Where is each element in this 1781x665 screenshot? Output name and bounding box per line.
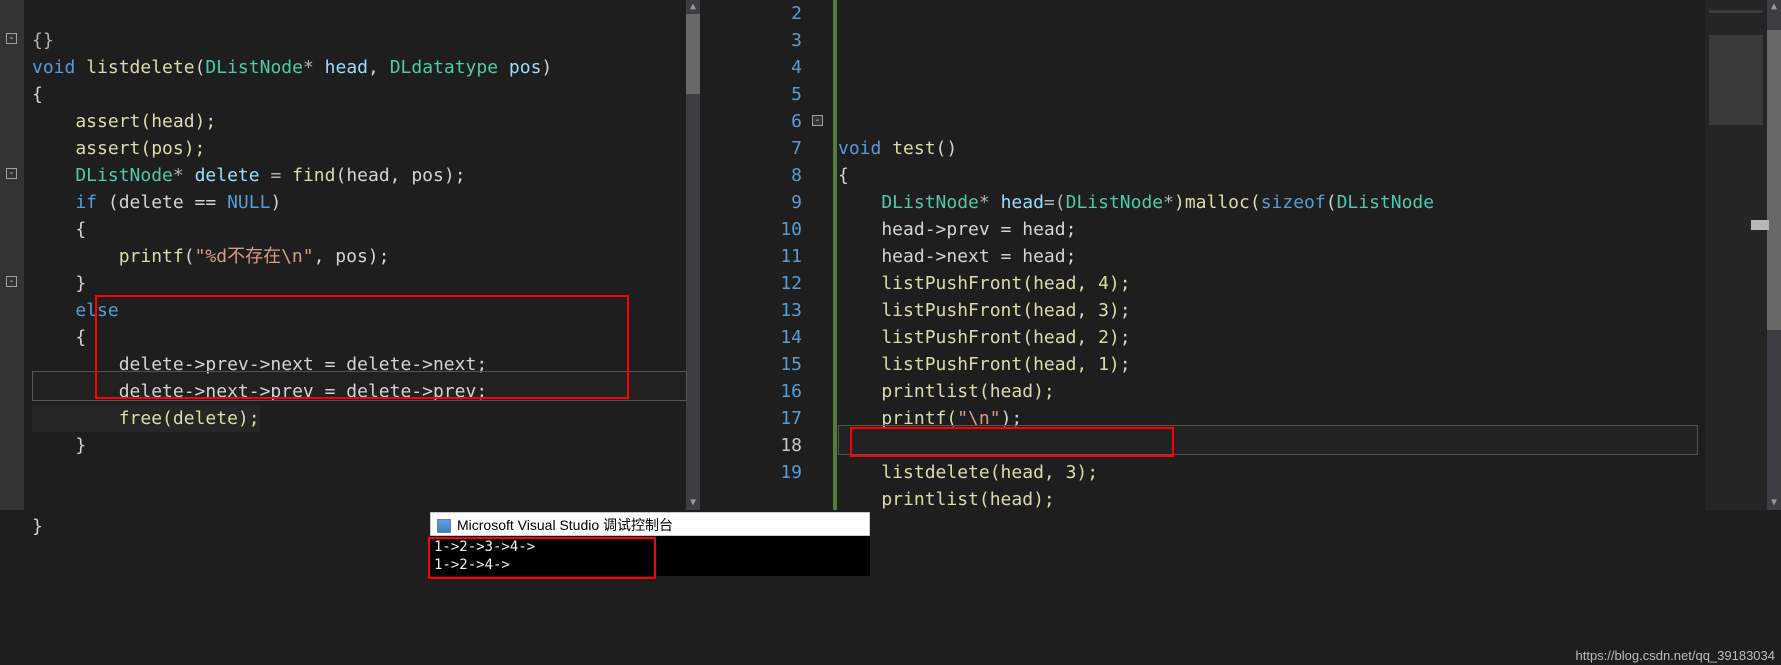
code-line: else [32,300,119,321]
code-line: listdelete(head, 3); [838,462,1098,483]
collapse-icon[interactable]: - [6,168,17,179]
left-code-area[interactable]: {} void listdelete(DListNode* head, DLda… [24,0,686,567]
line-number: 12 [720,270,802,297]
scroll-up-icon[interactable]: ▲ [686,0,700,14]
scroll-up-icon[interactable]: ▲ [1767,0,1781,14]
collapse-icon[interactable]: - [6,33,17,44]
line-number: 11 [720,243,802,270]
line-number: 14 [720,324,802,351]
line-number: 19 [720,459,802,486]
code-line: printlist(head); [838,489,1055,510]
code-line: printf("%d不存在\n", pos); [32,246,389,267]
code-line: { [32,84,43,105]
console-output[interactable]: 1->2->3->4-> 1->2->4-> [430,536,870,576]
line-number: 7 [720,135,802,162]
code-line [838,57,849,78]
code-line [838,30,849,51]
code-line: delete->next->prev = delete->prev; [32,381,487,402]
code-line: { [32,219,86,240]
line-number: 15 [720,351,802,378]
code-line: { [32,327,86,348]
scroll-thumb[interactable] [686,14,700,94]
code-line: assert(pos); [32,138,205,159]
console-line: 1->2->4-> [434,557,510,573]
scroll-down-icon[interactable]: ▼ [1767,496,1781,510]
line-number: 2 [720,0,802,27]
vs-icon [437,519,451,533]
line-number: 4 [720,54,802,81]
console-titlebar[interactable]: Microsoft Visual Studio 调试控制台 [430,512,870,536]
code-line: printlist(head); [838,381,1055,402]
code-line: delete->prev->next = delete->next; [32,354,487,375]
code-line: listPushFront(head, 1); [838,354,1131,375]
code-line: listPushFront(head, 4); [838,273,1131,294]
line-number: 16 [720,378,802,405]
code-line [838,84,849,105]
right-scrollbar[interactable]: ▲ ▼ [1767,0,1781,510]
console-line: 1->2->3->4-> [434,539,535,555]
code-line: DListNode* head=(DListNode*)malloc(sizeo… [838,192,1434,213]
code-line: if (delete == NULL) [32,192,281,213]
line-number: 10 [720,216,802,243]
code-line: void listdelete(DListNode* head, DLdatat… [32,57,552,78]
right-code-area[interactable]: void test() { DListNode* head=(DListNode… [830,0,1767,540]
line-number: 18 [720,432,802,459]
code-line: listPushFront(head, 2); [838,327,1131,348]
line-number: 5 [720,81,802,108]
code-line: { [838,165,849,186]
code-line: DListNode* delete = find(head, pos); [32,165,466,186]
debug-console-window: Microsoft Visual Studio 调试控制台 1->2->3->4… [430,512,870,576]
code-line: free(delete); [32,408,260,429]
code-line: } [32,516,43,537]
code-line: void test() [838,138,957,159]
left-scrollbar[interactable]: ▲ ▼ [686,0,700,510]
collapse-icon[interactable]: - [812,115,823,126]
scroll-thumb[interactable] [1767,30,1781,330]
line-number: 8 [720,162,802,189]
line-number: 9 [720,189,802,216]
line-number: 17 [720,405,802,432]
right-line-number-gutter: 2 3 4 5 6 7 8 9 10 11 12 13 14 15 16 17 … [720,0,830,510]
line-number: 13 [720,297,802,324]
code-line: } [32,273,86,294]
code-line: head->next = head; [838,246,1076,267]
code-line: } [32,435,86,456]
code-line: printf("\n"); [838,408,1022,429]
code-line: assert(head); [32,111,216,132]
collapse-icon[interactable]: - [6,276,17,287]
right-editor-pane: 2 3 4 5 6 7 8 9 10 11 12 13 14 15 16 17 … [720,0,1781,510]
code-line: listPushFront(head, 3); [838,300,1131,321]
code-line [838,111,849,132]
code-line [838,435,849,456]
line-number: 6 [720,108,802,135]
code-line: {} [32,30,54,51]
console-title-text: Microsoft Visual Studio 调试控制台 [457,517,673,533]
watermark-text: https://blog.csdn.net/qq_39183034 [1576,648,1776,663]
left-gutter: - - - [0,0,24,510]
scroll-down-icon[interactable]: ▼ [686,496,700,510]
code-line: head->prev = head; [838,219,1076,240]
left-editor-pane: - - - ▲ ▼ {} void listdelete(DListNode* … [0,0,700,510]
line-number: 3 [720,27,802,54]
